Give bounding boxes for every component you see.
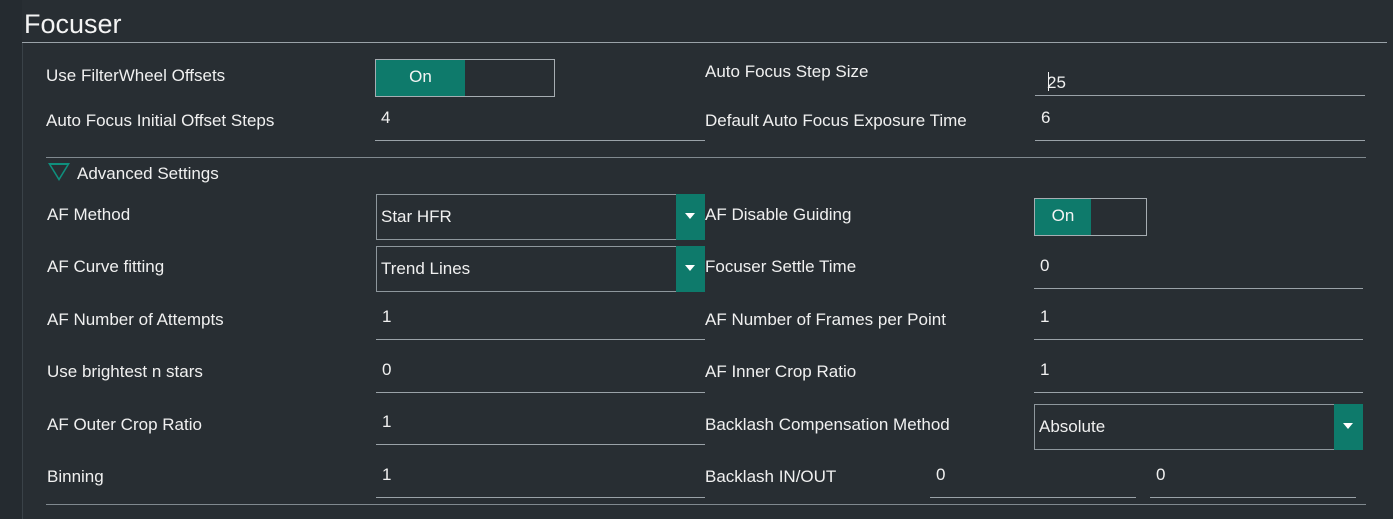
af-exposure-time-label: Default Auto Focus Exposure Time — [705, 111, 967, 130]
section-divider — [46, 157, 1366, 158]
af-outer-crop-input[interactable]: 1 — [376, 401, 705, 445]
af-curve-fitting-label: AF Curve fitting — [47, 257, 165, 276]
toggle-on-state: On — [1035, 199, 1091, 235]
af-inner-crop-input[interactable]: 1 — [1034, 349, 1363, 393]
focuser-settings-panel: Focuser Use FilterWheel Offsets On Auto … — [0, 0, 1393, 519]
left-gutter — [0, 0, 22, 519]
focuser-settle-time-input[interactable]: 0 — [1034, 245, 1363, 289]
title-divider — [22, 42, 1387, 43]
af-disable-guiding-toggle[interactable]: On — [1034, 198, 1147, 236]
binning-label: Binning — [47, 467, 104, 486]
af-disable-guiding-label: AF Disable Guiding — [705, 205, 852, 224]
binning-input[interactable]: 1 — [376, 454, 705, 498]
use-filterwheel-offsets-label: Use FilterWheel Offsets — [46, 66, 226, 85]
bottom-divider — [46, 504, 1366, 505]
brightest-stars-label: Use brightest n stars — [47, 362, 203, 381]
af-step-size-value: 25 — [1047, 73, 1066, 92]
af-frames-per-point-label: AF Number of Frames per Point — [705, 310, 946, 329]
af-frames-per-point-value: 1 — [1040, 307, 1050, 326]
focuser-settle-time-value: 0 — [1040, 256, 1050, 275]
chevron-down-icon[interactable] — [676, 194, 705, 240]
toggle-on-state: On — [376, 60, 465, 96]
chevron-down-icon[interactable] — [676, 246, 705, 292]
brightest-stars-value: 0 — [382, 360, 392, 379]
backlash-method-select[interactable]: Absolute — [1034, 404, 1363, 450]
af-exposure-time-value: 6 — [1041, 108, 1051, 127]
af-inner-crop-value: 1 — [1040, 360, 1050, 379]
af-step-size-input[interactable]: 25 — [1035, 52, 1365, 96]
af-method-value: Star HFR — [381, 207, 452, 226]
af-frames-per-point-input[interactable]: 1 — [1034, 296, 1363, 340]
brightest-stars-input[interactable]: 0 — [376, 349, 705, 393]
af-method-select[interactable]: Star HFR — [376, 194, 705, 240]
panel-border — [22, 42, 23, 519]
backlash-method-value: Absolute — [1039, 417, 1106, 436]
af-outer-crop-value: 1 — [382, 412, 392, 431]
af-attempts-value: 1 — [382, 307, 392, 326]
chevron-down-icon[interactable] — [1334, 404, 1363, 450]
binning-value: 1 — [382, 465, 392, 484]
af-step-size-label: Auto Focus Step Size — [705, 62, 869, 81]
af-method-label: AF Method — [47, 205, 131, 224]
af-initial-offset-label: Auto Focus Initial Offset Steps — [46, 111, 275, 130]
backlash-method-label: Backlash Compensation Method — [705, 415, 950, 434]
af-exposure-time-input[interactable]: 6 — [1035, 97, 1365, 141]
backlash-in-input[interactable]: 0 — [930, 454, 1136, 498]
advanced-settings-label: Advanced Settings — [77, 164, 219, 183]
page-title: Focuser — [24, 9, 122, 39]
backlash-in-value: 0 — [936, 465, 946, 484]
af-outer-crop-label: AF Outer Crop Ratio — [47, 415, 202, 434]
backlash-in-out-label: Backlash IN/OUT — [705, 467, 837, 486]
use-filterwheel-offsets-toggle[interactable]: On — [375, 59, 555, 97]
backlash-out-value: 0 — [1156, 465, 1166, 484]
focuser-settle-time-label: Focuser Settle Time — [705, 257, 857, 276]
backlash-out-input[interactable]: 0 — [1150, 454, 1356, 498]
af-curve-fitting-value: Trend Lines — [381, 259, 471, 278]
text-cursor — [1048, 72, 1049, 91]
af-initial-offset-value: 4 — [381, 108, 391, 127]
af-inner-crop-label: AF Inner Crop Ratio — [705, 362, 857, 381]
triangle-down-outline-icon — [48, 163, 70, 181]
af-initial-offset-input[interactable]: 4 — [375, 97, 705, 141]
af-attempts-label: AF Number of Attempts — [47, 310, 224, 329]
af-attempts-input[interactable]: 1 — [376, 296, 705, 340]
af-curve-fitting-select[interactable]: Trend Lines — [376, 246, 705, 292]
